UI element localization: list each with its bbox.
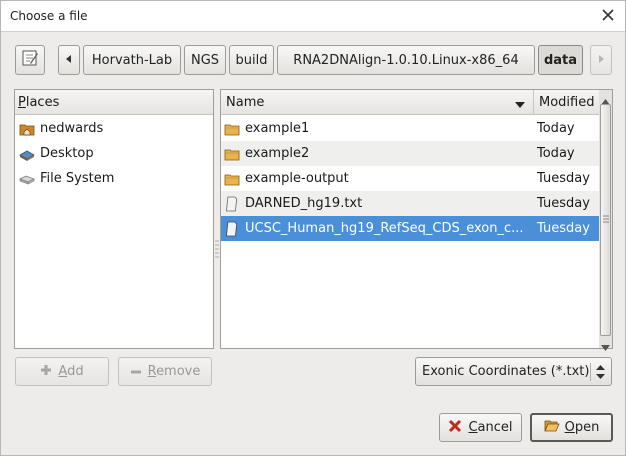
file-name: UCSC_Human_hg19_RefSeq_CDS_exon_c...: [245, 221, 524, 236]
open-button[interactable]: Open: [530, 413, 613, 442]
scrollbar-thumb[interactable]: [600, 104, 611, 336]
open-folder-icon: [544, 419, 560, 437]
file-chooser-dialog: Choose a file Horvath-Lab NGS build RNA2…: [0, 0, 626, 456]
places-item-file-system[interactable]: File System: [19, 166, 209, 191]
file-row[interactable]: example2 Today: [221, 141, 599, 166]
path-segment-label: data: [543, 52, 578, 68]
places-header[interactable]: Places: [15, 90, 213, 115]
folder-icon: [224, 171, 240, 187]
path-segment-label: RNA2DNAlign-1.0.10.Linux-x86_64: [293, 52, 519, 68]
modified-column-label: Modified: [539, 95, 595, 110]
minus-icon: [130, 364, 142, 379]
places-item-label: nedwards: [40, 121, 104, 136]
arrow-left-icon: [65, 53, 73, 68]
files-scrollbar[interactable]: [599, 89, 613, 351]
path-segment-build[interactable]: build: [229, 45, 274, 75]
path-segment-ngs[interactable]: NGS: [184, 45, 226, 75]
plus-icon: [40, 364, 52, 380]
places-panel: Places nedwards Desktop File System: [14, 89, 214, 349]
file-row[interactable]: example1 Today: [221, 116, 599, 141]
file-modified: Tuesday: [537, 221, 590, 236]
file-filter-combo[interactable]: Exonic Coordinates (*.txt): [415, 357, 612, 386]
cancel-button[interactable]: Cancel: [439, 413, 522, 442]
file-filter-value: Exonic Coordinates (*.txt): [422, 364, 590, 379]
remove-label: Remove: [147, 364, 201, 379]
cancel-label: Cancel: [468, 420, 513, 435]
combo-arrows-icon: [596, 364, 605, 384]
arrow-right-icon: [597, 53, 605, 68]
sort-descending-icon: [515, 98, 525, 113]
home-folder-icon: [19, 121, 35, 137]
path-segment-label: Horvath-Lab: [91, 52, 173, 68]
folder-icon: [224, 121, 240, 137]
path-segment-label: build: [235, 52, 268, 68]
scroll-down-icon[interactable]: [601, 340, 610, 355]
path-scroll-right-button[interactable]: [590, 45, 612, 75]
cancel-icon: [448, 419, 462, 437]
places-item-desktop[interactable]: Desktop: [19, 141, 209, 166]
places-item-nedwards[interactable]: nedwards: [19, 116, 209, 141]
path-segment-data[interactable]: data: [538, 45, 583, 75]
file-name: example1: [245, 121, 310, 136]
file-name: example2: [245, 146, 310, 161]
type-location-button[interactable]: [15, 45, 45, 75]
name-column-label: Name: [226, 95, 265, 110]
path-scroll-left-button[interactable]: [58, 45, 80, 75]
places-item-label: Desktop: [40, 146, 94, 161]
file-name: example-output: [245, 171, 349, 186]
file-modified: Tuesday: [537, 196, 590, 211]
places-item-label: File System: [40, 171, 115, 186]
modified-column-header[interactable]: Modified: [533, 90, 599, 115]
desktop-icon: [19, 146, 35, 162]
path-segment-horvath-lab[interactable]: Horvath-Lab: [83, 45, 181, 75]
open-label: Open: [564, 420, 600, 435]
combo-divider: [590, 363, 591, 381]
window-title: Choose a file: [10, 9, 88, 23]
files-panel: Name Modified example1 Today example2 To…: [220, 89, 600, 349]
name-column-header[interactable]: Name: [221, 90, 533, 115]
file-modified: Tuesday: [537, 171, 590, 186]
file-row[interactable]: DARNED_hg19.txt Tuesday: [221, 191, 599, 216]
add-bookmark-button[interactable]: Add: [15, 357, 109, 386]
file-modified: Today: [537, 121, 575, 136]
add-label: Add: [58, 364, 84, 379]
file-name: DARNED_hg19.txt: [245, 196, 363, 211]
places-header-label: Places: [18, 95, 60, 110]
file-row[interactable]: example-output Tuesday: [221, 166, 599, 191]
file-modified: Today: [537, 146, 575, 161]
title-bar: Choose a file: [1, 1, 625, 32]
remove-bookmark-button[interactable]: Remove: [118, 357, 212, 386]
file-icon: [224, 221, 240, 237]
path-segment-rna2dnalign[interactable]: RNA2DNAlign-1.0.10.Linux-x86_64: [277, 45, 535, 75]
folder-icon: [224, 146, 240, 162]
close-icon[interactable]: [600, 7, 616, 23]
file-row-selected[interactable]: UCSC_Human_hg19_RefSeq_CDS_exon_c... Tue…: [221, 216, 599, 241]
edit-location-icon: [21, 49, 39, 71]
file-icon: [224, 196, 240, 212]
path-segment-label: NGS: [190, 52, 220, 68]
pane-resize-handle[interactable]: [215, 239, 219, 259]
drive-icon: [19, 171, 35, 187]
